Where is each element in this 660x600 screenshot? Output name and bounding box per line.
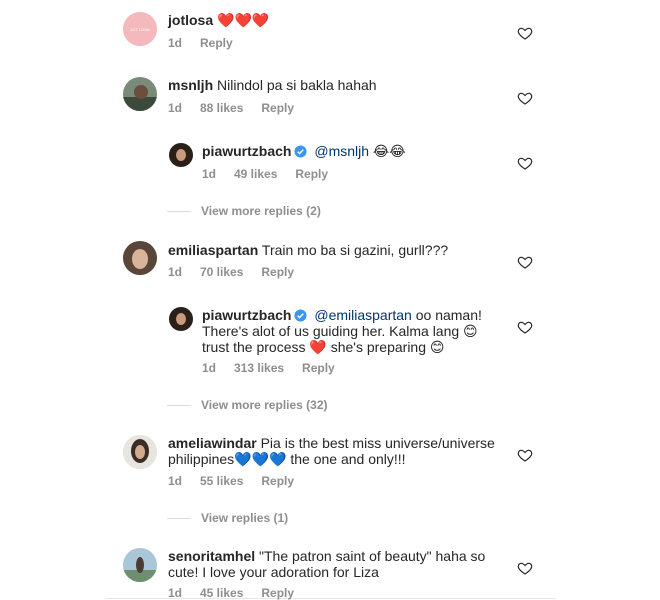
like-heart-icon[interactable]: [517, 25, 533, 41]
reply-meta: 1d 313 likes Reply: [202, 361, 335, 375]
reply-button[interactable]: Reply: [261, 474, 294, 488]
comment-body-line2: cute! I love your adoration for Liza: [168, 564, 379, 580]
blue-hearts-emoji-icon: 💙💙💙: [234, 451, 287, 467]
avatar-emiliaspartan[interactable]: [123, 241, 157, 275]
username-link[interactable]: ameliawindar: [168, 435, 257, 451]
comment-text: ameliawindar Pia is the best miss univer…: [168, 435, 495, 467]
reply-body-line2: There's alot of us guiding her. Kalma la…: [202, 323, 478, 339]
reply-body-line3a: trust the process: [202, 339, 306, 355]
avatar-image: JOT LOSA: [123, 12, 157, 46]
mention-link[interactable]: @msnljh: [314, 143, 369, 159]
username-link[interactable]: piawurtzbach: [202, 143, 291, 159]
comment-meta: 1d Reply: [168, 36, 233, 50]
reply-button[interactable]: Reply: [200, 36, 233, 50]
svg-text:JOT LOSA: JOT LOSA: [130, 27, 150, 32]
comment-body-line1: "The patron saint of beauty" haha so: [259, 548, 486, 564]
divider-line: [167, 210, 191, 212]
like-heart-icon[interactable]: [517, 90, 533, 106]
username-link[interactable]: piawurtzbach: [202, 307, 291, 323]
avatar-senoritamhel[interactable]: [123, 548, 157, 582]
reply-body: 😂😂: [372, 143, 406, 159]
avatar-piawurtzbach[interactable]: [169, 307, 193, 331]
like-heart-icon[interactable]: [517, 319, 533, 335]
reply-button[interactable]: Reply: [261, 265, 294, 279]
likes-count[interactable]: 55 likes: [200, 474, 243, 488]
timestamp[interactable]: 1d: [202, 167, 234, 181]
reply-text: piawurtzbach @emiliaspartan oo naman! Th…: [202, 307, 482, 355]
timestamp[interactable]: 1d: [168, 36, 200, 50]
view-more-replies-button[interactable]: View more replies (2): [167, 204, 321, 218]
comment-text: emiliaspartan Train mo ba si gazini, gur…: [168, 242, 448, 258]
avatar-image: [169, 143, 193, 167]
divider-line: [167, 517, 191, 519]
reply-button[interactable]: Reply: [261, 586, 294, 600]
avatar-piawurtzbach[interactable]: [169, 143, 193, 167]
username-link[interactable]: emiliaspartan: [168, 242, 258, 258]
like-heart-icon[interactable]: [517, 447, 533, 463]
view-more-label[interactable]: View more replies (2): [201, 204, 321, 218]
reply-button[interactable]: Reply: [261, 101, 294, 115]
timestamp[interactable]: 1d: [168, 101, 200, 115]
username-link[interactable]: senoritamhel: [168, 548, 255, 564]
timestamp[interactable]: 1d: [202, 361, 234, 375]
avatar-image: [123, 241, 157, 275]
reply-button[interactable]: Reply: [302, 361, 335, 375]
timestamp[interactable]: 1d: [168, 586, 200, 600]
avatar-msnljh[interactable]: [123, 77, 157, 111]
comment-meta: 1d 88 likes Reply: [168, 101, 294, 115]
comment-body-line2a: philippines: [168, 451, 235, 467]
mention-link[interactable]: @emiliaspartan: [314, 307, 411, 323]
avatar-image: [169, 307, 193, 331]
avatar-image: [123, 435, 157, 469]
reply-body-line1: oo naman!: [415, 307, 482, 323]
comment-meta: 1d 45 likes Reply: [168, 586, 294, 600]
comment-text: jotlosa ❤️❤️❤️: [168, 12, 269, 28]
likes-count[interactable]: 45 likes: [200, 586, 243, 600]
likes-count[interactable]: 49 likes: [234, 167, 277, 181]
verified-badge-icon: [294, 145, 308, 158]
view-more-label[interactable]: View more replies (32): [201, 398, 328, 412]
reply-button[interactable]: Reply: [295, 167, 328, 181]
avatar-ameliawindar[interactable]: [123, 435, 157, 469]
comment-text: msnljh Nilindol pa si bakla hahah: [168, 77, 377, 93]
comment-body: Nilindol pa si bakla hahah: [217, 77, 377, 93]
comment-body: ❤️❤️❤️: [217, 12, 270, 28]
likes-count[interactable]: 313 likes: [234, 361, 284, 375]
divider-line: [167, 404, 191, 406]
view-more-replies-button[interactable]: View more replies (32): [167, 398, 328, 412]
reply-body-line3b: she's preparing 😊: [330, 339, 445, 355]
comment-meta: 1d 70 likes Reply: [168, 265, 294, 279]
avatar-image: [123, 548, 157, 582]
view-replies-label[interactable]: View replies (1): [201, 511, 288, 525]
reply-text: piawurtzbach @msnljh 😂😂: [202, 143, 406, 159]
likes-count[interactable]: 88 likes: [200, 101, 243, 115]
username-link[interactable]: msnljh: [168, 77, 213, 93]
likes-count[interactable]: 70 likes: [200, 265, 243, 279]
comment-body-line1: Pia is the best miss universe/universe: [260, 435, 495, 451]
username-link[interactable]: jotlosa: [168, 12, 213, 28]
comment-text: senoritamhel "The patron saint of beauty…: [168, 548, 485, 580]
timestamp[interactable]: 1d: [168, 474, 200, 488]
verified-badge-icon: [294, 309, 308, 322]
comment-meta: 1d 55 likes Reply: [168, 474, 294, 488]
red-heart-emoji-icon: ❤️: [309, 339, 327, 355]
like-heart-icon[interactable]: [517, 560, 533, 576]
like-heart-icon[interactable]: [517, 155, 533, 171]
comment-body: Train mo ba si gazini, gurll???: [261, 242, 449, 258]
avatar-jotlosa[interactable]: JOT LOSA: [123, 12, 157, 46]
view-replies-button[interactable]: View replies (1): [167, 511, 288, 525]
avatar-image: [123, 77, 157, 111]
like-heart-icon[interactable]: [517, 254, 533, 270]
reply-meta: 1d 49 likes Reply: [202, 167, 328, 181]
timestamp[interactable]: 1d: [168, 265, 200, 279]
comment-body-line2b: the one and only!!!: [290, 451, 406, 467]
